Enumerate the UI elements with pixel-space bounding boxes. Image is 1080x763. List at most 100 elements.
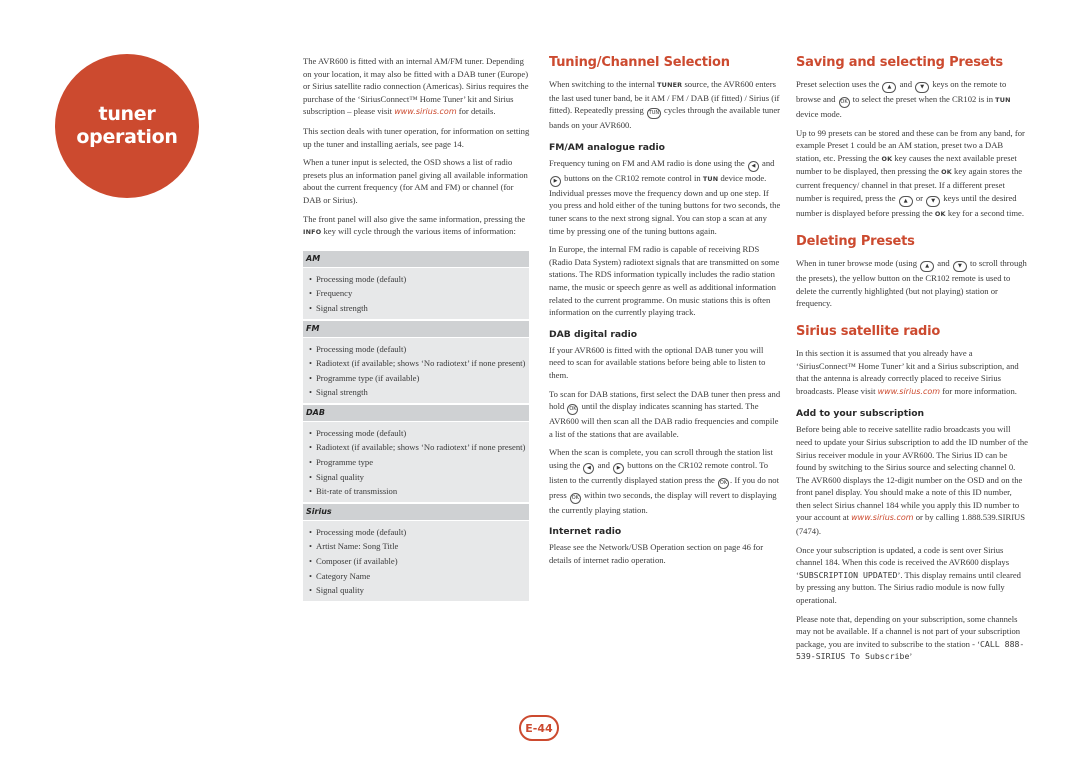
list-item: Processing mode (default) (309, 426, 526, 441)
text: for details. (456, 106, 496, 117)
section-badge-line1: tuner (98, 103, 156, 125)
text: ’ (909, 651, 913, 662)
list-item: Processing mode (default) (309, 525, 526, 540)
text: The front panel will also give the same … (303, 213, 526, 224)
up-arrow-button-icon: ▲ (898, 195, 913, 207)
list-item: Processing mode (default) (309, 272, 526, 287)
intro-paragraph: The front panel will also give the same … (303, 213, 530, 239)
tun-key-label: TUN (995, 96, 1011, 104)
table-header: AM (303, 250, 529, 267)
list-item: Bit-rate of transmission (309, 484, 526, 499)
list-item: Signal quality (309, 583, 526, 598)
list-item: Signal quality (309, 470, 526, 485)
text: and (759, 157, 775, 168)
section-badge-line2: operation (76, 126, 178, 148)
tuning-paragraph: When switching to the internal TUNER sou… (549, 78, 781, 132)
text: Preset selection uses the (796, 79, 882, 89)
table-section-am: AM Processing mode (default) Frequency S… (303, 250, 529, 319)
text: and (935, 258, 952, 269)
table-section-sirius: Sirius Processing mode (default) Artist … (303, 503, 529, 601)
left-arrow-button-icon: ◀ (747, 160, 759, 172)
internet-radio-paragraph: Please see the Network/USB Operation sec… (549, 542, 764, 566)
page-number: E-44 (519, 715, 559, 741)
tun-key-label: TUN (702, 174, 719, 183)
text: or (913, 192, 926, 203)
fm-paragraph: Frequency tuning on FM and AM radio is d… (549, 157, 781, 237)
text: Before being able to receive satellite r… (796, 424, 1028, 523)
ok-button-icon: OK (718, 477, 730, 489)
presets-heading: Saving and selecting Presets (796, 55, 1003, 70)
intro-paragraph: The AVR600 is fitted with an internal AM… (303, 55, 530, 119)
subscription-paragraph: Please note that, depending on your subs… (796, 613, 1028, 663)
text: within two seconds, the display will rev… (549, 489, 777, 515)
fm-paragraph: In Europe, the internal FM radio is capa… (549, 244, 780, 318)
down-arrow-button-icon: ▼ (952, 261, 967, 273)
dab-paragraph: To scan for DAB stations, first select t… (549, 388, 781, 441)
table-body: Processing mode (default) Radiotext (if … (303, 337, 529, 403)
dab-paragraph: When the scan is complete, you can scrol… (549, 446, 781, 516)
list-item: Composer (if available) (309, 554, 526, 569)
text: Frequency tuning on FM and AM radio is d… (549, 157, 747, 168)
tun-button-icon: TUN (646, 108, 661, 120)
right-arrow-button-icon: ▶ (550, 175, 561, 187)
table-section-dab: DAB Processing mode (default) Radiotext … (303, 404, 529, 502)
table-body: Processing mode (default) Radiotext (if … (303, 421, 529, 502)
up-arrow-button-icon: ▲ (882, 82, 897, 93)
list-item: Radiotext (if available; shows ‘No radio… (309, 440, 526, 455)
text: until the display indicates scanning has… (549, 401, 779, 439)
tuning-heading: Tuning/Channel Selection (549, 55, 730, 70)
table-header: FM (303, 320, 529, 337)
text: for more information. (940, 385, 1017, 396)
fm-am-heading: FM/AM analogue radio (549, 141, 665, 153)
intro-paragraph: This section deals with tuner operation,… (303, 125, 530, 149)
sirius-link[interactable]: www.sirius.com (394, 107, 456, 116)
ok-button-icon: OK (838, 97, 850, 108)
list-item: Processing mode (default) (309, 342, 526, 357)
right-arrow-button-icon: ▶ (613, 462, 625, 474)
text: When in tuner browse mode (using (796, 258, 920, 269)
text: When switching to the internal (549, 79, 658, 89)
list-item: Frequency (309, 286, 526, 301)
list-item: Signal strength (309, 301, 526, 316)
display-message: SUBSCRIPTION UPDATED (798, 569, 898, 580)
section-badge: tuner operation (55, 54, 199, 198)
dab-heading: DAB digital radio (549, 328, 638, 340)
deleting-paragraph: When in tuner browse mode (using ▲ and ▼… (796, 257, 1028, 310)
presets-paragraph: Up to 99 presets can be stored and these… (796, 127, 1028, 221)
info-items-table: AM Processing mode (default) Frequency S… (303, 250, 529, 601)
list-item: Programme type (if available) (309, 371, 526, 386)
subscription-paragraph: Before being able to receive satellite r… (796, 423, 1028, 537)
table-body: Processing mode (default) Artist Name: S… (303, 520, 529, 601)
list-item: Signal strength (309, 385, 526, 400)
sirius-paragraph: In this section it is assumed that you a… (796, 347, 1028, 398)
table-header: Sirius (303, 503, 529, 520)
ok-key-label: OK (941, 168, 952, 177)
ok-button-icon: OK (567, 404, 579, 416)
left-arrow-button-icon: ◀ (583, 462, 595, 474)
sirius-link[interactable]: www.sirius.com (878, 387, 940, 396)
column-intro: The AVR600 is fitted with an internal AM… (303, 55, 530, 601)
list-item: Radiotext (if available; shows ‘No radio… (309, 356, 526, 371)
list-item: Artist Name: Song Title (309, 539, 526, 554)
info-key-label: INFO (303, 228, 322, 237)
dab-paragraph: If your AVR600 is fitted with the option… (549, 344, 766, 380)
text: buttons on the CR102 remote control in (562, 172, 703, 183)
sirius-heading: Sirius satellite radio (796, 323, 941, 339)
text: and (897, 79, 915, 89)
text: and (595, 459, 613, 470)
list-item: Programme type (309, 455, 526, 470)
intro-paragraph: When a tuner input is selected, the OSD … (303, 157, 528, 205)
subscription-paragraph: Once your subscription is updated, a cod… (796, 544, 1028, 607)
ok-button-icon: OK (569, 492, 581, 504)
deleting-presets-heading: Deleting Presets (796, 234, 915, 250)
sirius-link[interactable]: www.sirius.com (851, 513, 913, 522)
up-arrow-button-icon: ▲ (920, 261, 935, 273)
tuner-key-label: TUNER (657, 81, 683, 89)
down-arrow-button-icon: ▼ (926, 195, 941, 207)
down-arrow-button-icon: ▼ (915, 82, 930, 93)
subscription-heading: Add to your subscription (796, 408, 925, 420)
text: to select the preset when the CR102 is i… (850, 94, 996, 104)
ok-key-label: OK (934, 209, 946, 218)
list-item: Category Name (309, 569, 526, 584)
column-presets: Saving and selecting Presets Preset sele… (796, 55, 1028, 669)
